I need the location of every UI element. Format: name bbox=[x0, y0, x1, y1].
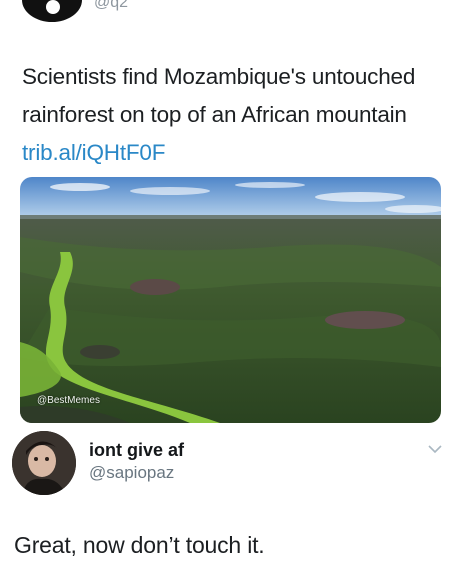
chevron-down-icon[interactable] bbox=[427, 442, 443, 456]
landscape-photo bbox=[20, 177, 441, 423]
reply-text: Great, now don’t touch it. bbox=[14, 532, 265, 558]
author-handle[interactable]: @q2 bbox=[94, 0, 128, 12]
reply-handle[interactable]: @sapiopaz bbox=[89, 463, 174, 483]
author-avatar[interactable] bbox=[22, 0, 82, 22]
image-watermark: @BestMemes bbox=[37, 395, 100, 406]
reply-display-name[interactable]: iont give af bbox=[89, 440, 184, 461]
tweet-text: Scientists find Mozambique's untouched r… bbox=[22, 58, 442, 172]
tweet-image[interactable]: @BestMemes bbox=[20, 177, 441, 423]
tweet-body: Scientists find Mozambique's untouched r… bbox=[22, 64, 416, 127]
reply-avatar[interactable] bbox=[12, 431, 76, 495]
tweet-link[interactable]: trib.al/iQHtF0F bbox=[22, 140, 165, 165]
user-photo bbox=[12, 431, 76, 495]
